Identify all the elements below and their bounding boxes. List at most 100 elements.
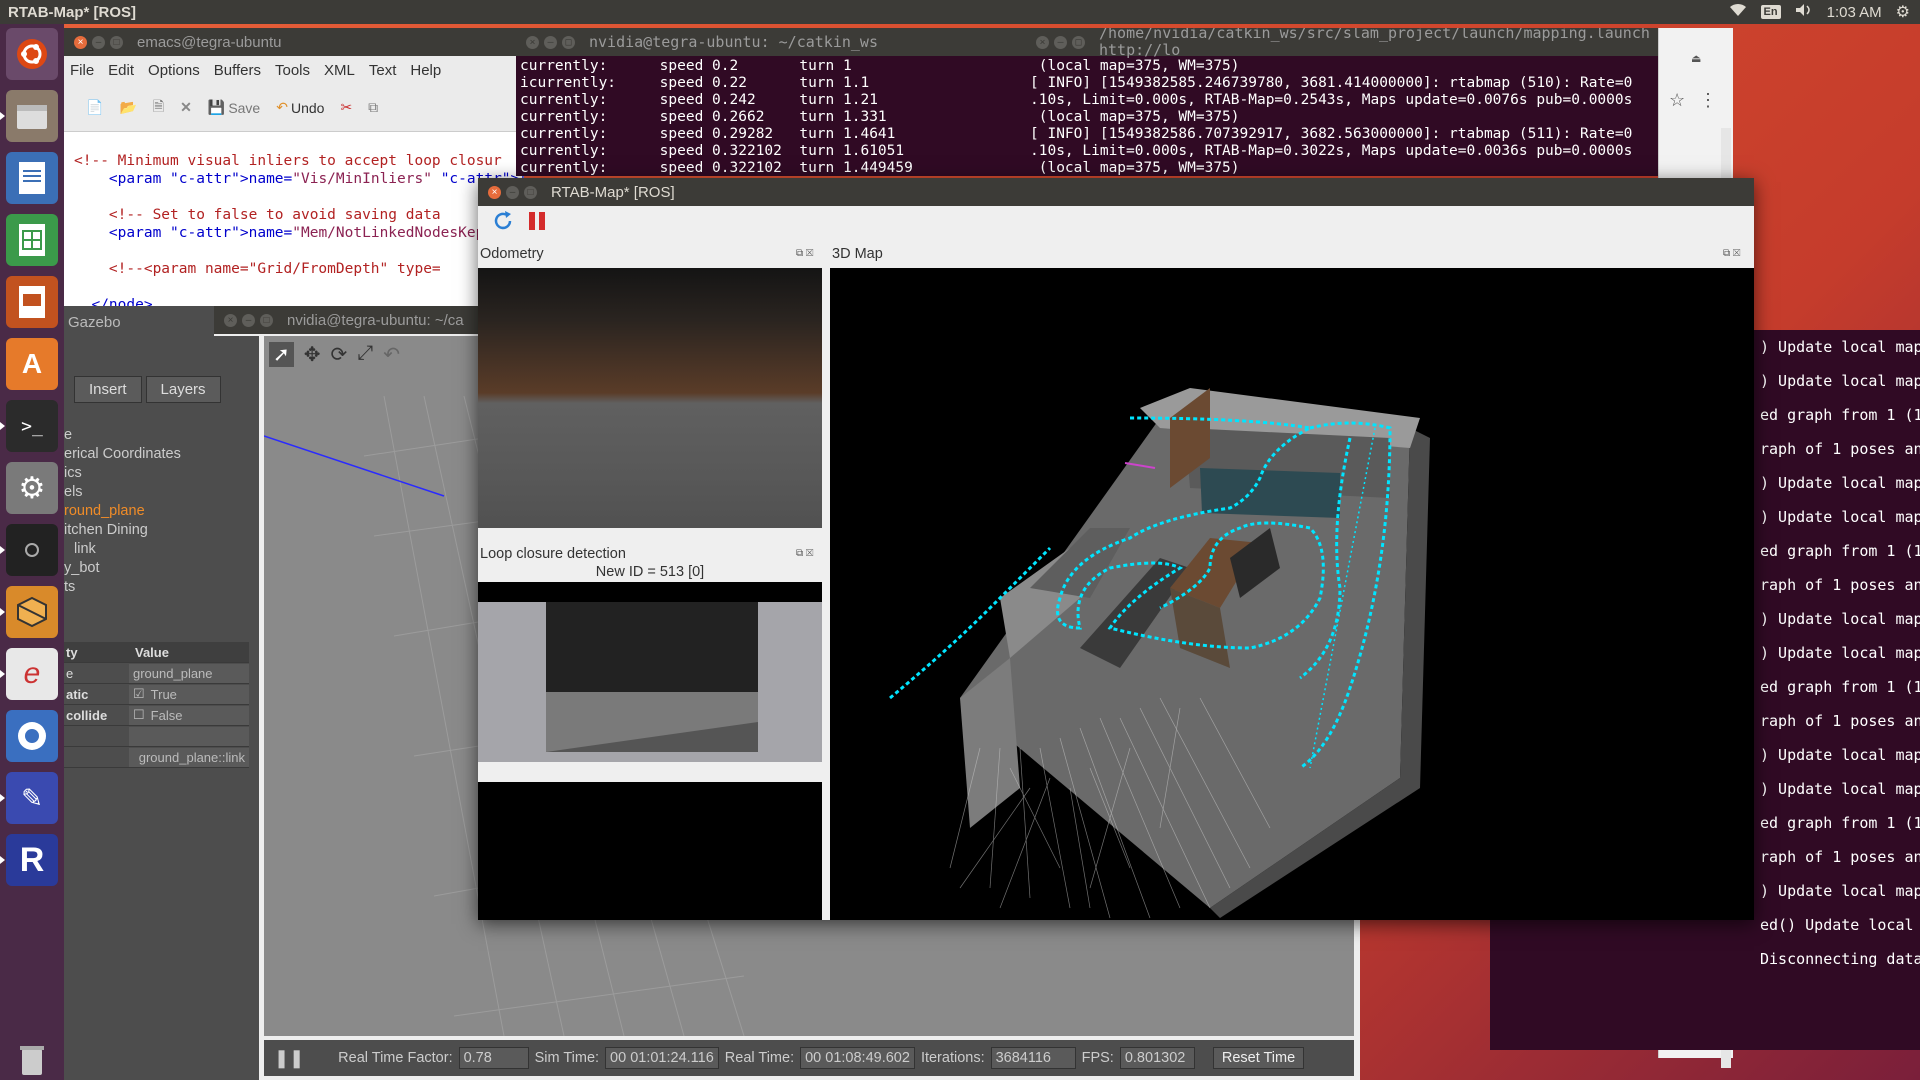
maximize-icon[interactable]: □ (110, 35, 123, 49)
bookmark-star-icon[interactable]: ☆ (1669, 90, 1685, 111)
tab-insert[interactable]: Insert (74, 376, 142, 403)
menu-file[interactable]: File (70, 62, 94, 79)
prop-value: False (150, 707, 183, 723)
select-arrow-icon[interactable]: ➚ (269, 342, 294, 367)
undo-button[interactable]: ↶ Undo (276, 99, 324, 116)
cancel-icon[interactable]: ✕ (180, 99, 192, 116)
menu-xml[interactable]: XML (324, 62, 355, 79)
tree-item[interactable]: ics (64, 464, 181, 483)
prop-value[interactable]: ground_plane (129, 663, 249, 683)
dock-float-close-icons[interactable]: ⧉ ☒ (796, 248, 813, 259)
terminal-line: (local map=375, WM=375) (1030, 160, 1240, 176)
tree-item[interactable]: els (64, 483, 181, 502)
clock[interactable]: 1:03 AM (1827, 4, 1882, 21)
tree-item[interactable]: y_bot (64, 559, 181, 578)
maximize-icon[interactable]: □ (524, 185, 537, 199)
prop-checkbox[interactable]: ☑ True (129, 684, 249, 704)
prop-key: collide (66, 707, 108, 723)
copy-icon[interactable]: ⧉ (368, 99, 378, 116)
chromium-icon[interactable] (6, 710, 58, 762)
prop-header-key: ty (66, 644, 78, 660)
prop-checkbox[interactable]: ☐ False (129, 705, 249, 725)
impress-icon[interactable] (6, 276, 58, 328)
rtabmap-icon[interactable]: R (0, 834, 58, 886)
loop-closure-view[interactable] (478, 582, 822, 920)
minimize-icon[interactable]: – (544, 35, 557, 49)
other-app-icon[interactable]: ✎ (0, 772, 58, 824)
real-time-value: 00 01:08:49.602 (800, 1047, 915, 1069)
maximize-icon[interactable]: □ (562, 35, 575, 49)
emacs-icon[interactable]: e (0, 648, 58, 700)
pause-icon[interactable]: ❚❚ (274, 1048, 304, 1069)
box-app-icon[interactable] (0, 586, 58, 638)
keyboard-layout-indicator[interactable]: En (1760, 5, 1781, 19)
terminal-launch-output[interactable]: (local map=375, WM=375)[ INFO] [15493825… (1026, 56, 1658, 176)
menu-text[interactable]: Text (369, 62, 397, 79)
terminal-line: currently: speed 0.2 turn 1 (520, 58, 852, 74)
new-file-icon[interactable]: 📄 (86, 99, 103, 116)
refresh-icon[interactable] (492, 210, 514, 237)
code-line: <param "c-attr">name="Vis/MinInliers" "c… (74, 171, 524, 187)
browser-more-icon[interactable]: ⋮ (1699, 90, 1717, 111)
emacs-buffer[interactable]: <!-- Minimum visual inliers to accept lo… (64, 132, 524, 308)
terminal-line: (local map=375, WM=375) (1030, 109, 1240, 125)
system-settings-icon[interactable]: ⚙ (6, 462, 58, 514)
calc-icon[interactable] (6, 214, 58, 266)
odometry-view[interactable] (478, 268, 822, 528)
close-icon[interactable]: × (1036, 35, 1049, 49)
menu-options[interactable]: Options (148, 62, 200, 79)
minimize-icon[interactable]: – (92, 35, 105, 49)
ubuntu-dash-icon[interactable] (6, 28, 58, 80)
dock-float-close-icons[interactable]: ⧉ ☒ (796, 548, 813, 559)
open-folder-icon[interactable]: 📂 (119, 99, 136, 116)
close-buffer-icon[interactable]: 🗎 (153, 96, 164, 120)
files-icon[interactable] (0, 90, 58, 142)
top-panel: RTAB-Map* [ROS] En 1:03 AM ⚙ (0, 0, 1920, 24)
tree-item-selected[interactable]: round_plane (64, 502, 181, 521)
close-icon[interactable]: × (224, 313, 237, 327)
close-icon[interactable]: × (74, 35, 87, 49)
trash-icon[interactable] (6, 1034, 58, 1080)
close-icon[interactable]: × (488, 185, 501, 199)
tab-layers[interactable]: Layers (145, 376, 221, 403)
maximize-icon[interactable]: □ (1072, 35, 1085, 49)
menu-buffers[interactable]: Buffers (214, 62, 261, 79)
scale-icon[interactable]: ⤢ (357, 342, 373, 367)
terminal-catkin-output[interactable]: currently: speed 0.2 turn 1 icurrently: s… (516, 56, 1036, 176)
tree-item[interactable]: link (64, 540, 181, 559)
dock-float-close-icons[interactable]: ⧉ ☒ (1723, 248, 1740, 259)
minimize-icon[interactable]: – (506, 185, 519, 199)
pause-icon[interactable] (526, 210, 548, 237)
translate-icon[interactable]: ✥ (304, 342, 321, 367)
browser-menu-icon[interactable]: ⏏ (1691, 52, 1701, 65)
menu-tools[interactable]: Tools (275, 62, 310, 79)
map-dock-title: 3D Map (832, 246, 883, 262)
wifi-icon[interactable] (1729, 3, 1747, 21)
prop-value[interactable] (129, 726, 249, 746)
menu-help[interactable]: Help (410, 62, 441, 79)
camera-app-icon[interactable] (0, 524, 58, 576)
tree-item[interactable]: ts (64, 578, 181, 597)
3d-map-view[interactable] (830, 268, 1754, 920)
tree-item[interactable]: erical Coordinates (64, 445, 181, 464)
software-center-icon[interactable]: A (6, 338, 58, 390)
terminal-icon[interactable]: >_ (0, 400, 58, 452)
menu-edit[interactable]: Edit (108, 62, 134, 79)
save-button[interactable]: 💾 Save (208, 99, 260, 116)
rotate-icon[interactable]: ⟳ (331, 342, 348, 367)
tree-item[interactable]: itchen Dining (64, 521, 181, 540)
minimize-icon[interactable]: – (1054, 35, 1067, 49)
minimize-icon[interactable]: – (242, 313, 255, 327)
close-icon[interactable]: × (526, 35, 539, 49)
code-line: <!-- Minimum visual inliers to accept lo… (74, 153, 502, 169)
undo-icon[interactable]: ↶ (383, 342, 400, 367)
maximize-icon[interactable]: □ (260, 313, 273, 327)
tree-item[interactable]: e (64, 426, 181, 445)
reset-time-button[interactable]: Reset Time (1212, 1047, 1305, 1069)
gear-icon[interactable]: ⚙ (1896, 2, 1910, 22)
writer-icon[interactable] (6, 152, 58, 204)
cut-icon[interactable]: ✂ (340, 99, 352, 116)
prop-value[interactable]: ground_plane::link (129, 747, 249, 767)
odometry-dock-title: Odometry (480, 246, 544, 262)
volume-icon[interactable] (1795, 3, 1813, 21)
